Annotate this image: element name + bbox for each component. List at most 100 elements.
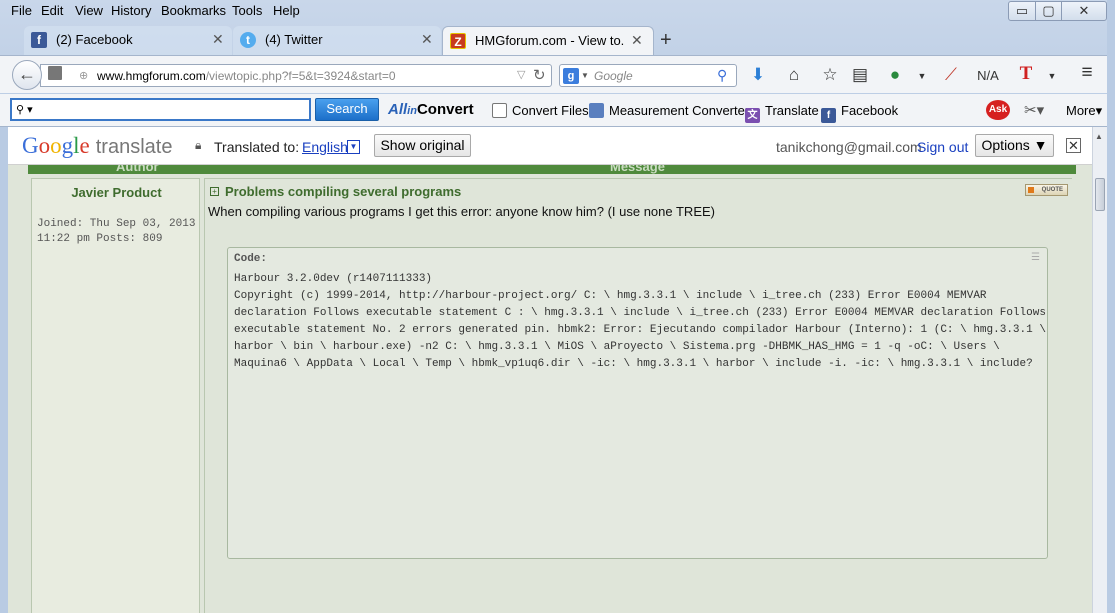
measurement-converter-button[interactable]: Measurement Converter: [589, 103, 749, 118]
show-original-button[interactable]: Show original: [374, 134, 471, 157]
code-menu-icon[interactable]: ☰: [1031, 252, 1040, 263]
facebook-icon: f: [821, 108, 836, 123]
text-tool-dropdown-icon[interactable]: ▼: [1041, 71, 1063, 81]
forum-page: Author Message Javier Product Joined: Th…: [8, 165, 1092, 613]
close-icon[interactable]: ✕: [1066, 138, 1081, 153]
extension-toolbar: ⚲ ▾ Search AllinConvert Convert Files Me…: [0, 94, 1115, 127]
google-search-engine-icon[interactable]: g: [563, 68, 579, 84]
post-body: When compiling various programs I get th…: [208, 204, 715, 219]
author-name[interactable]: Javier Product: [32, 185, 201, 200]
search-placeholder: Google: [594, 69, 633, 83]
post-icon: +: [210, 187, 219, 196]
facebook-bookmark-button[interactable]: f Facebook: [821, 103, 898, 123]
globe-icon: ⊕: [79, 70, 89, 82]
search-icon[interactable]: ⚲: [717, 67, 727, 84]
author-details: Joined: Thu Sep 03, 2013 11:22 pm Posts:…: [37, 218, 196, 245]
code-block: Code: ☰ Harbour 3.2.0dev (r1407111333) C…: [227, 247, 1048, 559]
tab-twitter[interactable]: t (4) Twitter ✕: [233, 26, 441, 55]
home-icon[interactable]: ⌂: [783, 65, 805, 85]
scroll-up-icon[interactable]: ▲: [1095, 132, 1103, 141]
url-domain: www.hmgforum.com: [97, 69, 206, 83]
sign-out-link[interactable]: Sign out: [917, 139, 968, 155]
menu-hamburger-icon[interactable]: ≡: [1076, 62, 1098, 84]
browser-chrome: File Edit View History Bookmarks Tools H…: [0, 0, 1115, 127]
analytics-icon[interactable]: ⟋: [940, 65, 962, 85]
menu-bar: File Edit View History Bookmarks Tools H…: [0, 0, 1000, 22]
translate-icon: 文: [745, 108, 760, 123]
options-button[interactable]: Options ▼: [975, 134, 1054, 157]
toolbar-search-button[interactable]: Search: [315, 98, 379, 121]
tools-icon[interactable]: ✂▾: [1024, 101, 1044, 119]
url-bar[interactable]: ⊕ www.hmgforum.com/viewtopic.php?f=5&t=3…: [40, 64, 552, 87]
google-translate-logo: Google translate: [22, 133, 173, 158]
ask-icon[interactable]: Ask: [986, 100, 1010, 120]
scrollbar-thumb[interactable]: [1095, 178, 1105, 211]
menu-file[interactable]: File: [11, 3, 32, 18]
download-icon[interactable]: ⬇: [747, 65, 769, 85]
bookmarks-list-icon[interactable]: ▤: [849, 65, 871, 85]
user-email: tanikchong@gmail.com: [776, 139, 922, 155]
column-header-bar: Author Message: [28, 165, 1076, 174]
menu-bookmarks[interactable]: Bookmarks: [161, 3, 226, 18]
ruler-icon: [589, 103, 604, 118]
tab-facebook[interactable]: f (2) Facebook ✕: [24, 26, 232, 55]
addon-dropdown-icon[interactable]: ▼: [911, 71, 933, 81]
menu-view[interactable]: View: [75, 3, 103, 18]
engine-dropdown-icon[interactable]: ▼: [581, 71, 589, 80]
translate-button[interactable]: 文 Translate: [745, 103, 819, 123]
url-path: /viewtopic.php?f=5&t=3924&start=0: [205, 69, 396, 83]
column-header-message: Message: [610, 165, 665, 174]
tab-title: HMGforum.com - View to...: [475, 33, 625, 48]
reload-icon[interactable]: ↻: [533, 66, 546, 84]
search-icon: ⚲ ▾: [16, 104, 33, 116]
tab-title: (4) Twitter: [265, 32, 323, 47]
back-button[interactable]: ←: [12, 60, 42, 90]
new-tab-icon[interactable]: +: [660, 29, 672, 52]
url-text: www.hmgforum.com/viewtopic.php?f=5&t=392…: [97, 69, 396, 83]
menu-history[interactable]: History: [111, 3, 151, 18]
text-tool-icon[interactable]: T: [1015, 63, 1037, 85]
history-icon[interactable]: [48, 66, 62, 80]
close-tab-icon[interactable]: ✕: [212, 31, 224, 48]
maximize-button[interactable]: ▢: [1035, 1, 1062, 21]
toolbar-search-input[interactable]: ⚲ ▾: [10, 98, 311, 121]
window-frame-left: [0, 127, 8, 613]
translated-to-label: Translated to:: [214, 139, 300, 155]
post-title[interactable]: Problems compiling several programs: [225, 184, 461, 199]
menu-help[interactable]: Help: [273, 3, 300, 18]
dropdown-arrow-icon[interactable]: ▽: [517, 68, 525, 81]
language-dropdown-icon[interactable]: ▼: [347, 140, 360, 154]
window-frame-right: [1107, 0, 1115, 613]
author-panel: Javier Product Joined: Thu Sep 03, 2013 …: [31, 178, 200, 613]
language-select[interactable]: English: [302, 139, 348, 155]
tab-hmgforum[interactable]: Z HMGforum.com - View to... ✕: [442, 26, 654, 55]
search-bar[interactable]: g ▼ Google ⚲: [559, 64, 737, 87]
close-tab-icon[interactable]: ✕: [631, 32, 643, 49]
globe-addon-icon[interactable]: ●: [884, 65, 906, 85]
allinconvert-logo-icon: Allin: [388, 101, 417, 118]
vertical-scrollbar[interactable]: ▲: [1092, 127, 1107, 613]
allinconvert-button[interactable]: AllinConvert: [388, 101, 474, 118]
minimize-button[interactable]: ▭: [1008, 1, 1036, 21]
more-menu-button[interactable]: More▾: [1066, 103, 1102, 119]
lock-icon: 🔒︎: [195, 138, 202, 152]
document-icon: [492, 103, 507, 118]
tab-title: (2) Facebook: [56, 32, 133, 47]
navigation-toolbar: ⊕ www.hmgforum.com/viewtopic.php?f=5&t=3…: [0, 55, 1115, 93]
facebook-icon: f: [31, 32, 47, 48]
bookmark-star-icon[interactable]: ☆: [819, 65, 841, 85]
hmgforum-icon: Z: [450, 33, 466, 49]
post-panel: + Problems compiling several programs QU…: [204, 178, 1072, 613]
menu-tools[interactable]: Tools: [232, 3, 262, 18]
quote-button[interactable]: QUOTE: [1025, 184, 1068, 196]
twitter-icon: t: [240, 32, 256, 48]
close-window-button[interactable]: ✕: [1061, 1, 1107, 21]
convert-files-button[interactable]: Convert Files: [492, 103, 589, 118]
code-text: Harbour 3.2.0dev (r1407111333) Copyright…: [234, 273, 1046, 370]
na-label[interactable]: N/A: [975, 68, 1001, 83]
column-header-author: Author: [116, 165, 159, 174]
close-tab-icon[interactable]: ✕: [421, 31, 433, 48]
menu-edit[interactable]: Edit: [41, 3, 63, 18]
code-label: Code:: [234, 253, 268, 265]
google-translate-bar: Google translate 🔒︎ Translated to: Englis…: [8, 127, 1106, 165]
